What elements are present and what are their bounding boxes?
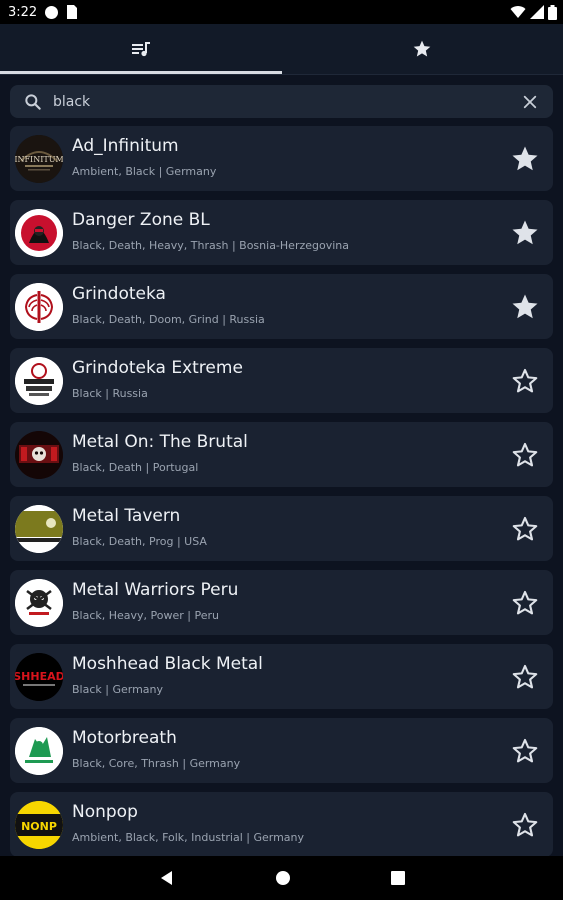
station-name: Grindoteka Extreme (72, 358, 243, 378)
home-icon[interactable] (275, 870, 291, 886)
search-input[interactable] (53, 93, 521, 110)
station-genres-country: Black, Death, Doom, Grind | Russia (72, 313, 265, 326)
station-logo: INFINITUM (15, 134, 63, 183)
station-logo: NONP (15, 800, 63, 849)
station-logo (15, 356, 63, 405)
station-logo (15, 282, 63, 331)
station-list: INFINITUM Ad_Infinitum Ambient, Black | … (10, 126, 553, 866)
star-outline-icon (512, 516, 538, 540)
station-logo (15, 504, 63, 553)
logo-text: SHHEAD (15, 670, 63, 683)
tab-stations[interactable] (0, 24, 282, 74)
star-outline-icon (512, 442, 538, 466)
logo-text: INFINITUM (15, 155, 63, 164)
station-logo: SHHEAD (15, 652, 63, 701)
station-name: Moshhead Black Metal (72, 654, 263, 674)
station-card[interactable]: Grindoteka Extreme Black | Russia (10, 348, 553, 413)
favorite-toggle[interactable] (509, 365, 541, 397)
playlist-music-icon (131, 42, 150, 57)
status-bar: 3:22 (0, 0, 563, 24)
logo-text: NONP (21, 820, 57, 833)
star-outline-icon (512, 664, 538, 688)
station-genres-country: Black, Death | Portugal (72, 461, 199, 474)
favorite-toggle[interactable] (509, 513, 541, 545)
star-filled-icon (512, 146, 538, 170)
tab-divider (0, 74, 563, 75)
station-genres-country: Ambient, Black, Folk, Industrial | Germa… (72, 831, 305, 844)
notification-app-icon (45, 5, 59, 19)
station-name: Grindoteka (72, 284, 166, 304)
station-card[interactable]: INFINITUM Ad_Infinitum Ambient, Black | … (10, 126, 553, 191)
station-genres-country: Black, Death, Heavy, Thrash | Bosnia-Her… (72, 239, 349, 252)
station-genres-country: Ambient, Black | Germany (72, 165, 217, 178)
station-card[interactable]: NONP Nonpop Ambient, Black, Folk, Indust… (10, 792, 553, 857)
station-name: Metal Tavern (72, 506, 181, 526)
status-time: 3:22 (8, 4, 38, 20)
star-outline-icon (512, 812, 538, 836)
system-nav-bar (0, 856, 563, 900)
station-genres-country: Black, Heavy, Power | Peru (72, 609, 220, 622)
star-outline-icon (512, 738, 538, 762)
station-logo (15, 208, 63, 257)
star-icon (413, 40, 431, 57)
station-card[interactable]: Grindoteka Black, Death, Doom, Grind | R… (10, 274, 553, 339)
search-bar (10, 85, 553, 118)
clear-search-icon[interactable] (521, 93, 539, 111)
station-card[interactable]: Danger Zone BL Black, Death, Heavy, Thra… (10, 200, 553, 265)
star-filled-icon (512, 220, 538, 244)
tab-bar (0, 24, 563, 74)
station-name: Danger Zone BL (72, 210, 210, 230)
station-logo (15, 430, 63, 479)
station-name: Motorbreath (72, 728, 177, 748)
station-card[interactable]: SHHEAD Moshhead Black Metal Black | Germ… (10, 644, 553, 709)
sim-card-icon (67, 5, 78, 19)
station-card[interactable]: Metal Warriors Peru Black, Heavy, Power … (10, 570, 553, 635)
station-card[interactable]: Metal On: The Brutal Black, Death | Port… (10, 422, 553, 487)
station-genres-country: Black | Russia (72, 387, 148, 400)
station-genres-country: Black, Core, Thrash | Germany (72, 757, 241, 770)
favorite-toggle[interactable] (509, 809, 541, 841)
tab-favorites[interactable] (282, 24, 563, 74)
favorite-toggle[interactable] (509, 439, 541, 471)
star-filled-icon (512, 294, 538, 318)
station-logo (15, 726, 63, 775)
search-icon (25, 93, 41, 110)
station-card[interactable]: Metal Tavern Black, Death, Prog | USA (10, 496, 553, 561)
recents-icon[interactable] (390, 871, 405, 885)
wifi-icon (510, 6, 526, 19)
favorite-toggle[interactable] (509, 735, 541, 767)
star-outline-icon (512, 368, 538, 392)
station-name: Ad_Infinitum (72, 136, 179, 156)
signal-icon (530, 5, 544, 19)
back-icon[interactable] (159, 870, 175, 886)
battery-icon (548, 4, 557, 20)
favorite-toggle[interactable] (509, 143, 541, 175)
favorite-toggle[interactable] (509, 291, 541, 323)
station-name: Nonpop (72, 802, 138, 822)
favorite-toggle[interactable] (509, 661, 541, 693)
station-genres-country: Black, Death, Prog | USA (72, 535, 207, 548)
station-logo (15, 578, 63, 627)
star-outline-icon (512, 590, 538, 614)
station-card[interactable]: Motorbreath Black, Core, Thrash | German… (10, 718, 553, 783)
favorite-toggle[interactable] (509, 217, 541, 249)
station-name: Metal On: The Brutal (72, 432, 248, 452)
station-genres-country: Black | Germany (72, 683, 164, 696)
station-name: Metal Warriors Peru (72, 580, 239, 600)
favorite-toggle[interactable] (509, 587, 541, 619)
